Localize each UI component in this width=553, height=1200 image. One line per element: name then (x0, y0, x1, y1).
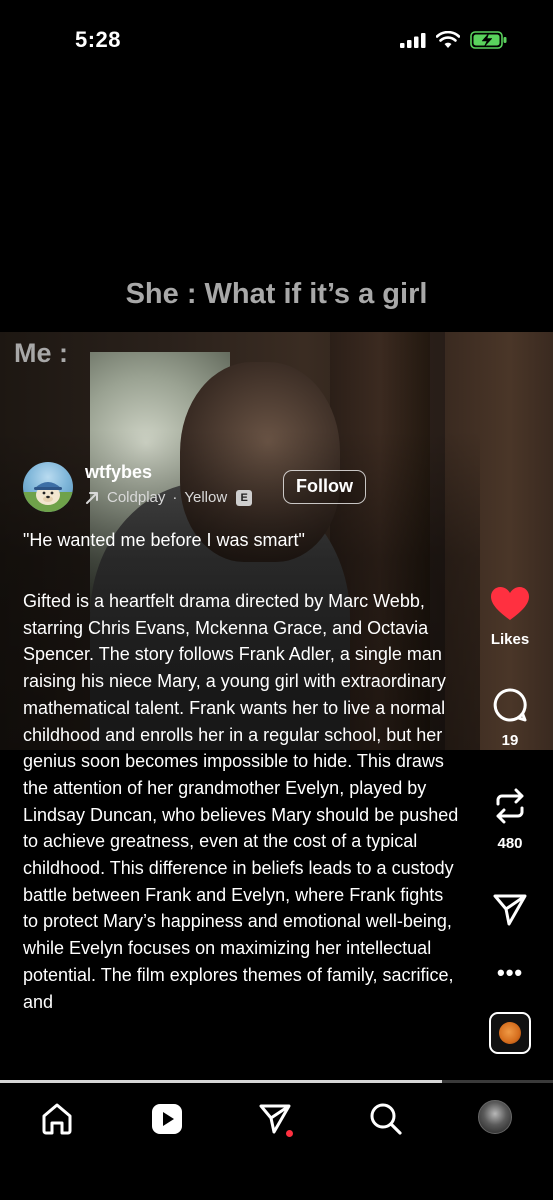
wifi-icon (436, 31, 460, 48)
like-button[interactable]: Likes (478, 586, 542, 648)
send-icon (493, 894, 527, 926)
reposts-count: 480 (497, 835, 523, 852)
battery-charging-icon (470, 31, 507, 49)
signal-icon (400, 33, 426, 48)
post-description[interactable]: Gifted is a heartfelt drama directed by … (23, 588, 463, 1015)
status-time: 5:28 (75, 27, 122, 52)
audio-thumbnail[interactable] (489, 1012, 531, 1054)
more-options-button[interactable]: ••• (497, 960, 523, 985)
author-avatar[interactable] (23, 462, 73, 512)
dog-avatar-icon (23, 482, 73, 512)
heart-icon (491, 587, 529, 620)
comments-count: 19 (501, 732, 519, 749)
music-separator: · (172, 489, 178, 506)
nav-profile-avatar[interactable] (478, 1100, 512, 1134)
search-icon (370, 1103, 402, 1135)
follow-button[interactable]: Follow (283, 470, 366, 504)
nav-messages[interactable] (255, 1099, 295, 1139)
video-caption-top: She : What if it’s a girl (125, 278, 428, 310)
status-icons (400, 30, 508, 50)
author-username[interactable]: wtfybes (85, 462, 152, 483)
arrow-up-right-icon (86, 492, 98, 504)
music-title: Yellow (184, 489, 228, 506)
status-bar: 5:28 (0, 0, 553, 80)
nav-search[interactable] (366, 1099, 406, 1139)
messages-notification-dot (286, 1130, 293, 1137)
video-caption-me: Me : (14, 338, 68, 368)
reels-icon (152, 1104, 182, 1134)
music-attribution[interactable]: Coldplay · Yellow E (85, 489, 253, 506)
comment-icon (493, 688, 527, 722)
nav-reels[interactable] (147, 1099, 187, 1139)
music-artist: Coldplay (107, 489, 166, 506)
repost-icon (496, 788, 524, 824)
audio-disc-icon (499, 1022, 521, 1044)
bottom-nav (0, 1083, 553, 1200)
nav-home[interactable] (37, 1099, 77, 1139)
description-fade (0, 1005, 480, 1077)
repost-button[interactable]: 480 (478, 786, 542, 852)
share-button[interactable] (478, 893, 542, 932)
home-icon (42, 1103, 72, 1135)
likes-label: Likes (490, 631, 530, 648)
explicit-badge: E (236, 489, 253, 506)
comment-button[interactable]: 19 (478, 687, 542, 749)
post-quote: "He wanted me before I was smart" (23, 530, 305, 550)
